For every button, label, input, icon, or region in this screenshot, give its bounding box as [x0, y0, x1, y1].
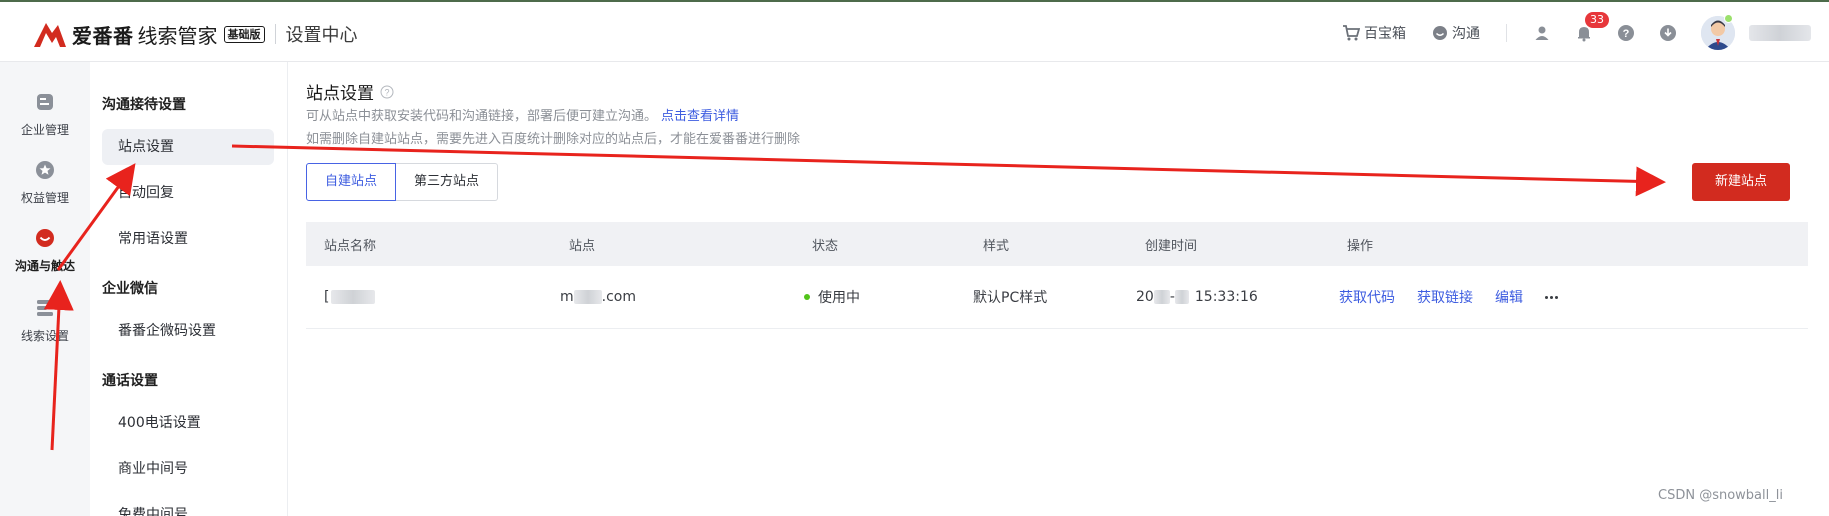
rail-item-rights[interactable]: 权益管理: [0, 160, 90, 206]
description-line-2: 如需删除自建站站点，需要先进入百度统计删除对应的站点后，才能在爱番番进行删除: [306, 132, 801, 147]
submenu-group-communication: 沟通接待设置: [102, 97, 186, 113]
cart-icon: [1343, 25, 1360, 41]
brand-logo-icon: [34, 23, 66, 47]
notification-badge: 33: [1585, 12, 1609, 28]
enterprise-icon: [37, 94, 53, 110]
created-date-redacted-1: [1153, 290, 1170, 304]
site-type-tabs: 自建站点 第三方站点: [306, 163, 499, 201]
chat-label: 沟通: [1452, 26, 1480, 42]
brand-name: 爱番番: [72, 23, 134, 48]
view-details-link[interactable]: 点击查看详情: [661, 109, 739, 124]
cell-created-time: 20 - 15:33:16: [1136, 266, 1258, 328]
top-header: 爱番番 线索管家 基础版 设置中心 百宝箱 沟通 33 ?: [0, 0, 1829, 62]
site-name-redacted: [331, 290, 376, 304]
site-domain-redacted: [573, 290, 602, 304]
created-time-clock: 15:33:16: [1194, 289, 1258, 305]
table-row: [ m .com 使用中 默认PC样式 20 - 15:33:16 获取代码 获…: [306, 266, 1808, 329]
app-root: 爱番番 线索管家 基础版 设置中心 百宝箱 沟通 33 ? 企业管理 权益管理 …: [0, 0, 1829, 516]
column-header-created: 创建时间: [1145, 238, 1198, 254]
rail-label-leads: 线索设置: [20, 329, 69, 343]
header-divider-right: [1506, 24, 1507, 42]
submenu-item-business-number[interactable]: 商业中间号: [102, 451, 274, 487]
cell-actions: 获取代码 获取链接 编辑: [1339, 266, 1558, 328]
submenu-item-site-settings[interactable]: 站点设置: [102, 129, 274, 165]
user-icon[interactable]: [1533, 24, 1551, 42]
submenu-item-400-phone[interactable]: 400电话设置: [102, 405, 274, 441]
username-redacted[interactable]: [1749, 25, 1811, 41]
column-header-style: 样式: [983, 238, 1010, 254]
brand-subtitle: 线索管家: [137, 23, 218, 48]
rail-item-communication[interactable]: 沟通与触达: [0, 228, 90, 274]
page-title-text: 站点设置: [306, 84, 374, 104]
rail-label-communication: 沟通与触达: [14, 259, 75, 273]
column-header-actions: 操作: [1347, 238, 1374, 254]
cell-status: 使用中: [804, 266, 860, 328]
brand[interactable]: 爱番番 线索管家 基础版 设置中心: [32, 17, 358, 51]
section-title: 设置中心: [285, 25, 358, 46]
status-dot-icon: [804, 294, 810, 300]
star-badge-icon: [36, 161, 54, 179]
svg-text:?: ?: [1623, 28, 1630, 40]
submenu-group-wecom: 企业微信: [102, 281, 158, 297]
svg-text:?: ?: [384, 87, 389, 97]
tab-third-party-site[interactable]: 第三方站点: [396, 163, 499, 201]
toolbox-link[interactable]: 百宝箱: [1342, 23, 1406, 43]
rail-label-rights: 权益管理: [20, 191, 69, 205]
chat-bubble-icon: [36, 229, 54, 247]
submenu-group-call: 通话设置: [102, 373, 158, 389]
chat-link[interactable]: 沟通: [1432, 23, 1480, 43]
tab-self-built-site[interactable]: 自建站点: [306, 163, 397, 201]
new-site-button[interactable]: 新建站点: [1692, 163, 1790, 201]
left-rail: 企业管理 权益管理 沟通与触达 线索设置: [0, 62, 90, 516]
online-status-dot: [1724, 14, 1733, 23]
site-name-text: [: [324, 289, 330, 305]
rail-item-enterprise[interactable]: 企业管理: [0, 92, 90, 138]
list-settings-icon: [37, 300, 53, 316]
watermark: CSDN @snowball_li: [1658, 488, 1783, 503]
get-code-link[interactable]: 获取代码: [1339, 287, 1395, 307]
submenu-item-free-number[interactable]: 免费中间号: [102, 497, 274, 516]
cell-site-name: [: [324, 266, 376, 328]
header-actions: 百宝箱 沟通 33 ?: [1342, 2, 1829, 64]
toolbox-label: 百宝箱: [1364, 26, 1406, 42]
created-date-redacted-2: [1174, 290, 1189, 304]
cell-style: 默认PC样式: [973, 290, 1048, 306]
column-header-status: 状态: [812, 238, 839, 254]
submenu-item-auto-reply[interactable]: 自动回复: [102, 175, 274, 211]
description-text-1: 可从站点中获取安装代码和沟通链接，部署后便可建立沟通。: [306, 109, 658, 124]
created-time-prefix: 20: [1136, 289, 1154, 305]
submenu-item-common-phrases[interactable]: 常用语设置: [102, 221, 274, 257]
header-divider: [274, 24, 276, 44]
page-title: 站点设置 ?: [306, 79, 394, 104]
notification-button[interactable]: 33: [1575, 12, 1609, 42]
site-domain-prefix: m: [560, 289, 574, 305]
more-actions-icon[interactable]: [1545, 295, 1558, 299]
settings-submenu: 沟通接待设置 站点设置 自动回复 常用语设置 企业微信 番番企微码设置 通话设置…: [90, 62, 288, 516]
get-link-link[interactable]: 获取链接: [1417, 287, 1473, 307]
rail-item-leads[interactable]: 线索设置: [0, 298, 90, 344]
help-icon[interactable]: ?: [1617, 24, 1635, 42]
main-content: 站点设置 ? 可从站点中获取安装代码和沟通链接，部署后便可建立沟通。 点击查看详情…: [288, 62, 1829, 516]
edit-link[interactable]: 编辑: [1495, 287, 1523, 307]
cell-site-domain: m .com: [560, 266, 636, 328]
column-header-name: 站点名称: [324, 238, 377, 254]
rail-label-enterprise: 企业管理: [20, 123, 69, 137]
description-line-1: 可从站点中获取安装代码和沟通链接，部署后便可建立沟通。 点击查看详情: [306, 105, 739, 124]
help-circle-icon[interactable]: ?: [380, 85, 394, 99]
column-header-site: 站点: [569, 238, 596, 254]
edition-badge: 基础版: [223, 25, 265, 43]
status-text: 使用中: [818, 290, 860, 306]
table-header: 站点名称 站点 状态 样式 创建时间 操作: [306, 222, 1808, 266]
site-domain-suffix: .com: [601, 289, 636, 305]
download-icon[interactable]: [1659, 24, 1677, 42]
site-table: 站点名称 站点 状态 样式 创建时间 操作 [ m .com 使用中 默认PC样…: [306, 222, 1808, 329]
chat-icon: [1433, 26, 1447, 40]
submenu-item-wecom-code[interactable]: 番番企微码设置: [102, 313, 274, 349]
